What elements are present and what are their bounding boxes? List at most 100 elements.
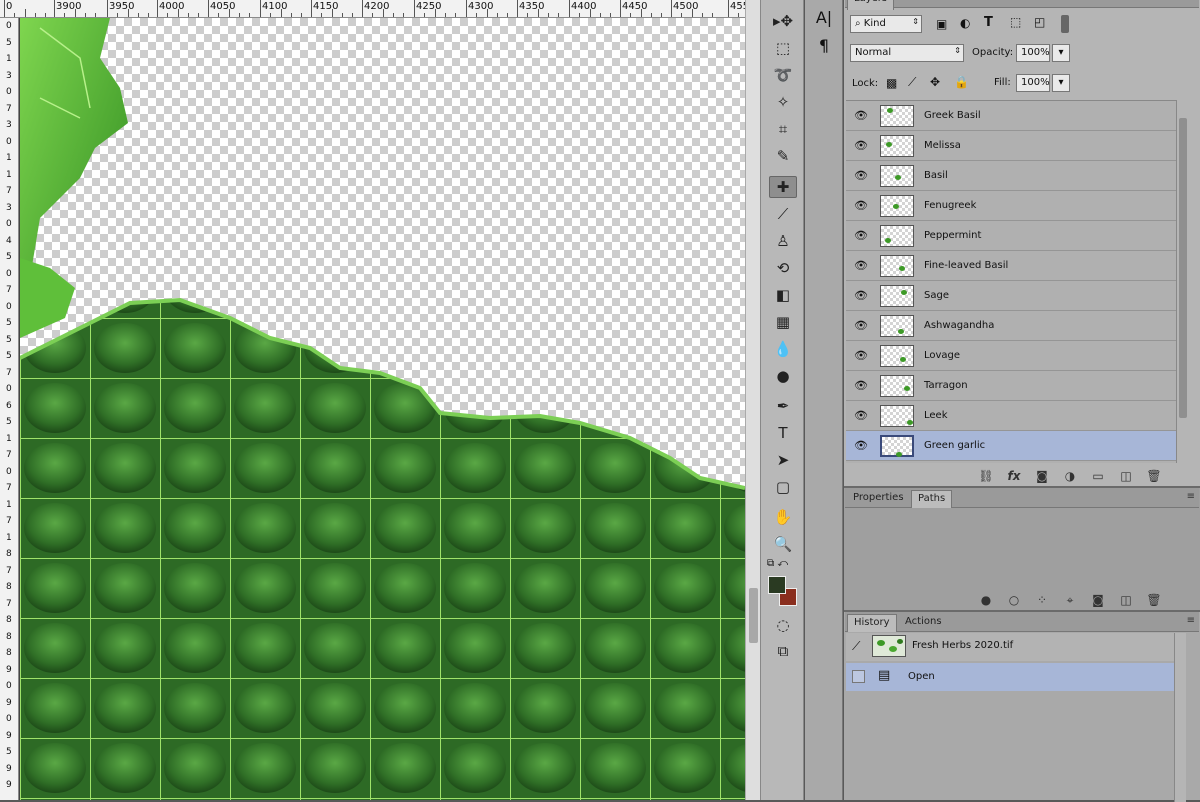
healing-brush-tool-icon[interactable]: ✚	[769, 176, 797, 198]
tab-properties[interactable]: Properties	[847, 490, 910, 508]
pen-tool-icon[interactable]: ✒	[769, 395, 797, 417]
quick-mask-icon[interactable]: ◌	[769, 614, 797, 636]
screen-mode-icon[interactable]: ⧉	[769, 640, 797, 662]
history-scrollbar[interactable]	[1174, 633, 1186, 802]
panel-menu-icon[interactable]: ≡	[1187, 491, 1195, 502]
layers-scrollbar[interactable]	[1176, 100, 1188, 463]
panel-menu-icon[interactable]: ≡	[1187, 615, 1195, 626]
layer-row[interactable]: 👁 Sage	[846, 281, 1176, 311]
filter-toggle-icon[interactable]	[1061, 15, 1069, 33]
path-selection-tool-icon[interactable]: ➤	[769, 449, 797, 471]
horizontal-ruler[interactable]: 0 3900 3950 4000 4050 4100 4150 4200 4250 4300 435…	[0, 0, 760, 18]
tab-history[interactable]: History	[847, 614, 897, 632]
canvas-scroll-thumb[interactable]	[749, 588, 758, 643]
fill-input[interactable]: 100%	[1016, 74, 1050, 92]
vertical-ruler[interactable]: 0513073011730450705557065170717187878889…	[0, 18, 19, 800]
layer-row[interactable]: 👁 Basil	[846, 161, 1176, 191]
shape-tool-icon[interactable]: ▢	[769, 476, 797, 498]
marquee-tool-icon[interactable]: ⬚	[769, 37, 797, 59]
new-layer-icon[interactable]: ◫	[1112, 469, 1140, 483]
new-path-icon[interactable]: ◫	[1112, 593, 1140, 607]
layers-scroll-thumb[interactable]	[1179, 118, 1187, 418]
history-step-row[interactable]: ▤ Open	[846, 663, 1174, 691]
visibility-eye-icon[interactable]: 👁	[854, 439, 868, 452]
new-adjustment-layer-icon[interactable]: ◑	[1056, 469, 1084, 483]
layer-row[interactable]: 👁 Ashwagandha	[846, 311, 1176, 341]
document-canvas[interactable]	[20, 18, 745, 800]
clone-stamp-tool-icon[interactable]: ♙	[769, 230, 797, 252]
swap-colors-icon[interactable]: ⧉ ⤺	[767, 558, 797, 570]
visibility-eye-icon[interactable]: 👁	[854, 349, 868, 362]
visibility-eye-icon[interactable]: 👁	[854, 139, 868, 152]
layer-row[interactable]: 👁 Lovage	[846, 341, 1176, 371]
layer-filter-kind-select[interactable]: ⌕ Kind ⇕	[850, 15, 922, 33]
history-snapshot-row[interactable]: ⟋ Fresh Herbs 2020.tif	[846, 633, 1174, 661]
shape-filter-icon[interactable]: ⬚	[1010, 15, 1021, 29]
type-tool-icon[interactable]: T	[769, 422, 797, 444]
delete-path-icon[interactable]: 🗑	[1140, 593, 1168, 607]
layer-style-icon[interactable]: fx	[1000, 469, 1028, 483]
magic-wand-tool-icon[interactable]: ✧	[769, 91, 797, 113]
tab-actions[interactable]: Actions	[899, 614, 948, 632]
hand-tool-icon[interactable]: ✋	[769, 506, 797, 528]
layer-row[interactable]: 👁 Fine-leaved Basil	[846, 251, 1176, 281]
stroke-path-icon[interactable]: ○	[1000, 593, 1028, 607]
eraser-tool-icon[interactable]: ◧	[769, 284, 797, 306]
visibility-eye-icon[interactable]: 👁	[854, 169, 868, 182]
brush-tool-icon[interactable]: ⟋	[769, 203, 797, 225]
delete-layer-icon[interactable]: 🗑	[1140, 469, 1168, 483]
tab-layers[interactable]: Layers	[847, 0, 895, 10]
new-group-icon[interactable]: ▭	[1084, 469, 1112, 483]
tab-paths[interactable]: Paths	[911, 490, 953, 508]
dodge-tool-icon[interactable]: ●	[769, 365, 797, 387]
layer-row[interactable]: 👁 Tarragon	[846, 371, 1176, 401]
visibility-eye-icon[interactable]: 👁	[854, 289, 868, 302]
visibility-eye-icon[interactable]: 👁	[854, 199, 868, 212]
type-filter-icon[interactable]: T	[984, 15, 993, 30]
fill-dropdown-button[interactable]: ▾	[1052, 74, 1070, 92]
blend-mode-select[interactable]: Normal ⇕	[850, 44, 964, 62]
lock-transparent-icon[interactable]: ▩	[886, 76, 897, 90]
add-mask-icon[interactable]: ◙	[1084, 593, 1112, 607]
history-brush-tool-icon[interactable]: ⟲	[769, 257, 797, 279]
lock-all-icon[interactable]: 🔒	[954, 75, 969, 89]
visibility-eye-icon[interactable]: 👁	[854, 379, 868, 392]
add-mask-icon[interactable]: ◙	[1028, 469, 1056, 483]
document-canvas-area[interactable]: 0 3900 3950 4000 4050 4100 4150 4200 4250 4300 435…	[0, 0, 760, 800]
fill-path-icon[interactable]: ●	[972, 593, 1000, 607]
layer-row[interactable]: 👁 Green garlic	[846, 431, 1176, 461]
visibility-eye-icon[interactable]: 👁	[854, 319, 868, 332]
layer-row[interactable]: 👁 Peppermint	[846, 221, 1176, 251]
eyedropper-tool-icon[interactable]: ✎	[769, 145, 797, 167]
make-work-path-icon[interactable]: ⌖	[1056, 593, 1084, 608]
lock-position-icon[interactable]: ✥	[930, 75, 940, 89]
opacity-dropdown-button[interactable]: ▾	[1052, 44, 1070, 62]
smart-object-filter-icon[interactable]: ◰	[1034, 15, 1045, 29]
lock-image-pixels-icon[interactable]: ⟋	[908, 75, 916, 90]
visibility-eye-icon[interactable]: 👁	[854, 409, 868, 422]
character-panel-icon[interactable]: A|	[813, 6, 835, 28]
adjustment-filter-icon[interactable]: ◐	[960, 16, 970, 30]
paragraph-panel-icon[interactable]: ¶	[813, 34, 835, 56]
visibility-eye-icon[interactable]: 👁	[854, 109, 868, 122]
blur-tool-icon[interactable]: 💧	[769, 338, 797, 360]
move-tool-icon[interactable]: ▸✥	[769, 10, 797, 32]
gradient-tool-icon[interactable]: ▦	[769, 311, 797, 333]
panel-menu-icon[interactable]: ≡	[1187, 0, 1195, 3]
canvas-vertical-scrollbar[interactable]	[745, 0, 760, 800]
lasso-tool-icon[interactable]: ➰	[769, 64, 797, 86]
foreground-color-swatch[interactable]	[768, 576, 786, 594]
layer-row[interactable]: 👁 Melissa	[846, 131, 1176, 161]
layer-row[interactable]: 👁 Greek Basil	[846, 101, 1176, 131]
zoom-tool-icon[interactable]: 🔍	[769, 533, 797, 555]
load-path-as-selection-icon[interactable]: ⁘	[1028, 593, 1056, 607]
pixel-filter-icon[interactable]: ▣	[936, 17, 947, 31]
history-brush-source-checkbox[interactable]	[852, 670, 865, 683]
link-layers-icon[interactable]: ⛓	[972, 469, 1000, 483]
layer-row[interactable]: 👁 Fenugreek	[846, 191, 1176, 221]
visibility-eye-icon[interactable]: 👁	[854, 259, 868, 272]
opacity-input[interactable]: 100%	[1016, 44, 1050, 62]
layer-row[interactable]: 👁 Leek	[846, 401, 1176, 431]
tab-channels[interactable]: Channels	[895, 0, 953, 10]
crop-tool-icon[interactable]: ⌗	[769, 118, 797, 140]
